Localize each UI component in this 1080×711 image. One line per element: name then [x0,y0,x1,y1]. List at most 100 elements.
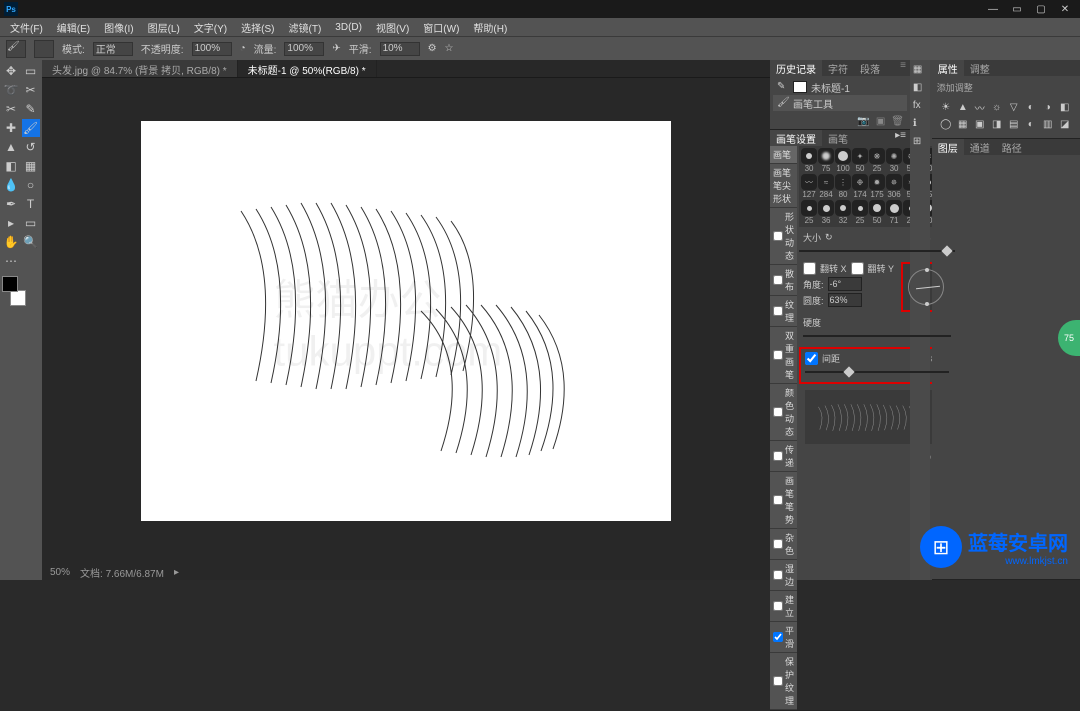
brush-cat-texture[interactable]: 纹理 [770,296,797,327]
brush-cat-shape[interactable]: 形状动态 [770,208,797,265]
dodge-tool[interactable]: ○ [22,176,40,194]
color-swatches[interactable] [2,276,32,306]
mixer-icon[interactable]: ▦ [956,117,970,131]
lookup-icon[interactable]: ▣ [973,117,987,131]
paragraph-tab[interactable]: 段落 [854,60,886,76]
move-tool[interactable]: ✥ [2,62,20,80]
hand-tool[interactable]: ✋ [2,233,20,251]
invert-icon[interactable]: ◨ [990,117,1004,131]
eraser-tool[interactable]: ◧ [2,157,20,175]
photo-filter-icon[interactable]: ◯ [939,117,953,131]
spacing-slider[interactable] [844,366,855,377]
menu-type[interactable]: 文字(Y) [188,20,233,35]
quick-select-tool[interactable]: ✂ [22,81,40,99]
brushes-tab[interactable]: 画笔 [822,130,854,146]
brush-settings-tab[interactable]: 画笔设置 [770,130,822,146]
strip-nav-icon[interactable]: ⊞ [913,136,927,150]
menu-window[interactable]: 窗口(W) [417,20,465,35]
more-tools[interactable]: ⋯ [2,252,20,270]
vibrance-icon[interactable]: ▽ [1007,100,1021,114]
brush-tool-icon[interactable]: 🖌 [6,40,26,58]
eyedropper-tool[interactable]: ✎ [22,100,40,118]
brush-cat-noise[interactable]: 杂色 [770,529,797,560]
gradient-map-icon[interactable]: ▥ [1041,117,1055,131]
strip-swatches-icon[interactable]: ▦ [913,64,927,78]
close-button[interactable]: ✕ [1054,2,1076,16]
selective-icon[interactable]: ◪ [1058,117,1072,131]
menu-help[interactable]: 帮助(H) [467,20,513,35]
zoom-level[interactable]: 50% [50,567,70,578]
brightness-icon[interactable]: ☀ [939,100,953,114]
marquee-tool[interactable]: ▭ [22,62,40,80]
background-color[interactable] [10,290,26,306]
menu-image[interactable]: 图像(I) [98,20,139,35]
menu-filter[interactable]: 滤镜(T) [283,20,328,35]
mode-select[interactable] [93,42,133,56]
paths-tab[interactable]: 路径 [996,139,1028,155]
doc-tab-1[interactable]: 头发.jpg @ 84.7% (背景 拷贝, RGB/8) * [42,60,238,77]
brush-cat-brushes[interactable]: 画笔 [770,146,797,164]
lasso-tool[interactable]: ➰ [2,81,20,99]
stamp-tool[interactable]: ▲ [2,138,20,156]
gradient-tool[interactable]: ▦ [22,157,40,175]
balance-icon[interactable]: ◑ [1041,100,1055,114]
flow-input[interactable] [284,42,324,56]
menu-file[interactable]: 文件(F) [4,20,49,35]
zoom-tool[interactable]: 🔍 [22,233,40,251]
history-snapshot[interactable]: ✎ 未标题-1 [773,79,907,95]
history-step[interactable]: 🖌 画笔工具 [773,95,907,111]
pen-tool[interactable]: ✒ [2,195,20,213]
strip-styles-icon[interactable]: fx [913,100,927,114]
strip-color-icon[interactable]: ◧ [913,82,927,96]
hue-icon[interactable]: ◐ [1024,100,1038,114]
brush-cat-smooth[interactable]: 平滑 [770,622,797,653]
character-tab[interactable]: 字符 [822,60,854,76]
menu-3d[interactable]: 3D(D) [329,22,368,33]
properties-tab[interactable]: 属性 [932,60,964,76]
symmetry-icon[interactable]: ☆ [445,43,454,54]
menu-view[interactable]: 视图(V) [370,20,415,35]
spacing-check[interactable] [805,352,818,365]
history-tab[interactable]: 历史记录 [770,60,822,76]
bw-icon[interactable]: ◧ [1058,100,1072,114]
menu-edit[interactable]: 编辑(E) [51,20,96,35]
foreground-color[interactable] [2,276,18,292]
maximize-button[interactable]: ▢ [1030,2,1052,16]
path-select-tool[interactable]: ▸ [2,214,20,232]
flipy-check[interactable] [851,262,864,275]
heal-tool[interactable]: ✚ [2,119,20,137]
history-brush-tool[interactable]: ↺ [22,138,40,156]
reset-size-icon[interactable]: ↻ [825,232,835,243]
menu-select[interactable]: 选择(S) [235,20,280,35]
strip-info-icon[interactable]: ℹ [913,118,927,132]
exposure-icon[interactable]: ☼ [990,100,1004,114]
size-slider[interactable] [941,245,952,256]
brush-cat-protect[interactable]: 保护纹理 [770,653,797,710]
brush-tool[interactable]: 🖌 [22,119,40,137]
new-snapshot-icon[interactable]: ▣ [876,116,885,127]
adjustments-tab[interactable]: 调整 [964,60,996,76]
trash-icon[interactable]: 🗑 [891,116,904,127]
curves-icon[interactable]: 〰 [973,100,987,114]
pressure-opacity-icon[interactable]: ◔ [240,43,246,54]
threshold-icon[interactable]: ◐ [1024,117,1038,131]
brush-cat-pose[interactable]: 画笔笔势 [770,472,797,529]
smooth-input[interactable] [380,42,420,56]
layers-tab[interactable]: 图层 [932,139,964,155]
brush-cat-transfer[interactable]: 传递 [770,441,797,472]
airbrush-icon[interactable]: ✈ [332,43,340,54]
brush-cat-color[interactable]: 颜色动态 [770,384,797,441]
blur-tool[interactable]: 💧 [2,176,20,194]
shape-tool[interactable]: ▭ [22,214,40,232]
posterize-icon[interactable]: ▤ [1007,117,1021,131]
canvas[interactable]: 熊猫办公 tukuppt.com [141,121,671,521]
brush-cat-wet[interactable]: 湿边 [770,560,797,591]
type-tool[interactable]: T [22,195,40,213]
angle-input[interactable] [828,277,862,291]
brush-cat-dual[interactable]: 双重画笔 [770,327,797,384]
channels-tab[interactable]: 通道 [964,139,996,155]
opacity-input[interactable] [192,42,232,56]
doc-tab-2[interactable]: 未标题-1 @ 50%(RGB/8) * [238,60,377,77]
restore-button[interactable]: ▭ [1006,2,1028,16]
crop-tool[interactable]: ✂ [2,100,20,118]
